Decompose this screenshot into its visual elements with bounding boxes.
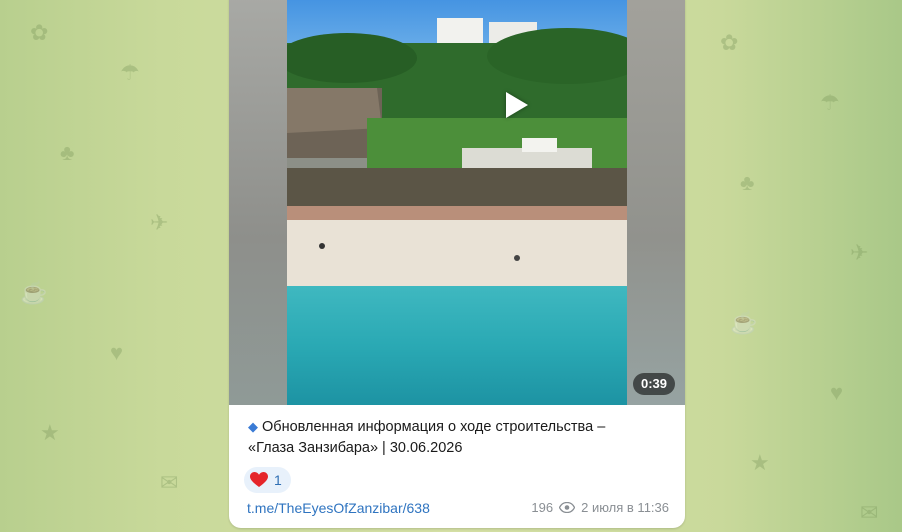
video-blur-left [229, 0, 287, 405]
doodle-icon: ♥ [110, 340, 124, 365]
video-blur-right [627, 0, 685, 405]
post-caption: ◆ Обновленная информация о ходе строитель… [248, 416, 668, 459]
video-thumbnail [287, 0, 627, 405]
blue-diamond-icon: ◆ [248, 419, 258, 434]
video-frame[interactable] [287, 0, 627, 405]
video-player[interactable]: 0:39 [229, 0, 685, 405]
view-count: 196 [531, 500, 554, 515]
doodle-icon: ✈ [150, 210, 169, 235]
play-icon [506, 92, 528, 118]
doodle-icon: ★ [40, 420, 60, 445]
post-date: 2 июля в 11:36 [581, 500, 669, 515]
channel-post: 0:39 ◆ Обновленная информация о ходе стро… [229, 0, 685, 528]
doodle-icon: ✿ [30, 20, 49, 45]
post-link[interactable]: t.me/TheEyesOfZanzibar/638 [247, 500, 430, 516]
caption-line-2: «Глаза Занзибара» | 30.06.2026 [248, 440, 463, 456]
play-button[interactable] [497, 85, 537, 125]
doodle-icon: ☕ [730, 310, 758, 335]
doodle-icon: ★ [750, 450, 770, 475]
doodle-icon: ✉ [160, 470, 179, 495]
reaction-count: 1 [274, 472, 282, 488]
doodle-icon: ✈ [850, 240, 869, 265]
doodle-icon: ☕ [20, 280, 48, 305]
doodle-icon: ♣ [60, 140, 75, 165]
post-meta: 196 2 июля в 11:36 [531, 500, 669, 515]
doodle-icon: ♣ [740, 170, 755, 195]
reaction-heart[interactable]: 1 [244, 467, 291, 493]
doodle-icon: ✉ [860, 500, 879, 525]
heart-icon [250, 472, 268, 487]
eye-icon [559, 502, 576, 513]
doodle-icon: ✿ [720, 30, 739, 55]
video-duration: 0:39 [632, 373, 675, 395]
doodle-icon: ♥ [830, 380, 844, 405]
caption-line-1: Обновленная информация о ходе строительс… [262, 419, 606, 435]
doodle-icon: ☂ [120, 60, 140, 85]
doodle-icon: ☂ [820, 90, 840, 115]
